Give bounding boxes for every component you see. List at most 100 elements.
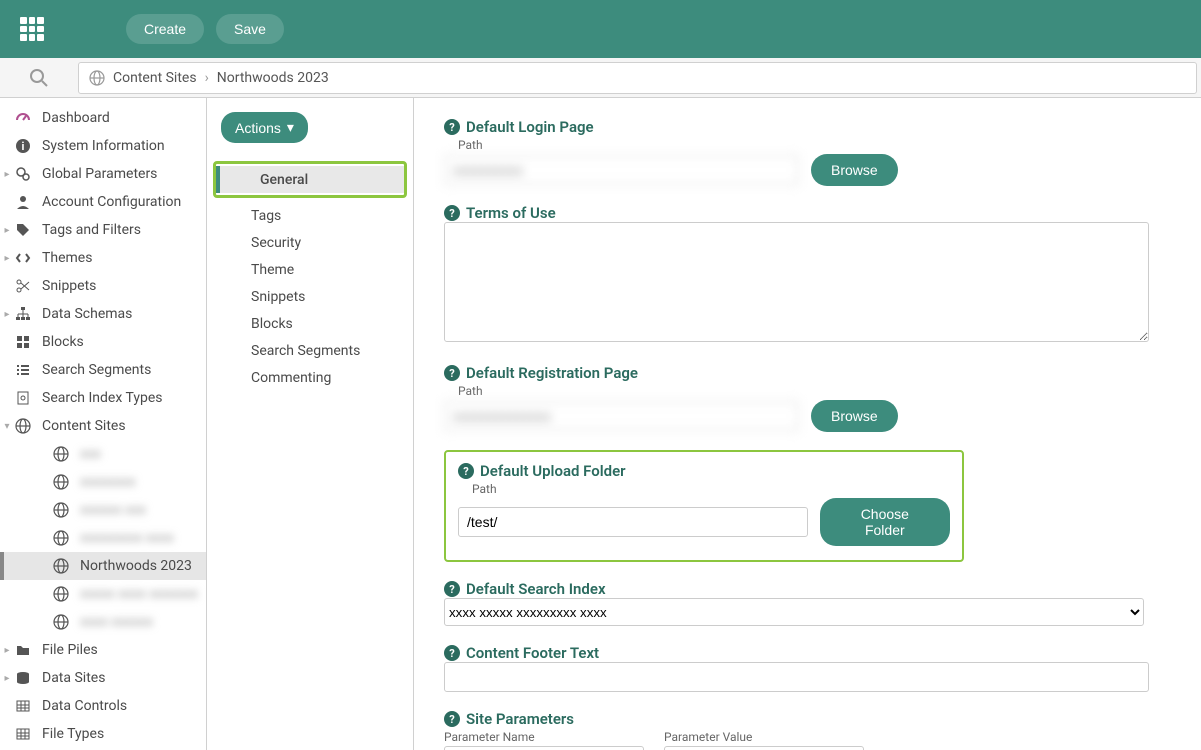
sidebar-item-label: File Types xyxy=(42,726,104,742)
content-site-item[interactable]: Northwoods 2023 xyxy=(0,552,206,580)
content-site-item[interactable]: xxxxxxxx xyxy=(0,468,206,496)
help-icon[interactable]: ? xyxy=(444,581,460,597)
sidebar-item-dashboard[interactable]: Dashboard xyxy=(0,104,206,132)
caret-down-icon: ▾ xyxy=(2,421,12,432)
table-icon xyxy=(14,726,32,742)
terms-textarea[interactable] xyxy=(444,222,1149,342)
sidebar-item-label: Blocks xyxy=(42,334,84,350)
help-icon[interactable]: ? xyxy=(444,205,460,221)
sidebar-item-global-parameters[interactable]: ▸Global Parameters xyxy=(0,160,206,188)
upload-path-input[interactable] xyxy=(458,507,808,537)
tab-snippets[interactable]: Snippets xyxy=(207,283,413,310)
content-site-item[interactable]: xxxxx xxxx xxxxxxx xyxy=(0,580,206,608)
tab-tags[interactable]: Tags xyxy=(207,202,413,229)
path-label: Path xyxy=(472,482,950,496)
sidebar-item-file-types[interactable]: File Types xyxy=(0,720,206,748)
sidebar-item-account-configuration[interactable]: Account Configuration xyxy=(0,188,206,216)
field-title: Default Upload Folder xyxy=(480,462,626,480)
tab-commenting[interactable]: Commenting xyxy=(207,364,413,391)
code-icon xyxy=(14,250,32,266)
content-site-label: Northwoods 2023 xyxy=(80,558,192,574)
content-site-label: xxxxxxxxx xxxx xyxy=(80,530,174,546)
sidebar-item-data-controls[interactable]: Data Controls xyxy=(0,692,206,720)
sidebar-item-data-sites[interactable]: ▸Data Sites xyxy=(0,664,206,692)
caret-right-icon: ▸ xyxy=(2,225,12,236)
globe-icon xyxy=(89,70,105,86)
tab-blocks[interactable]: Blocks xyxy=(207,310,413,337)
sidebar-item-label: Data Controls xyxy=(42,698,127,714)
sitemap-icon xyxy=(14,306,32,322)
globe-icon xyxy=(52,586,70,602)
sub-navigation: Actions ▾ General TagsSecurityThemeSnippe… xyxy=(207,98,414,750)
sidebar-item-label: Dashboard xyxy=(42,110,110,126)
sidebar-item-data-schemas[interactable]: ▸Data Schemas xyxy=(0,300,206,328)
sidebar-item-label: Data Sites xyxy=(42,670,105,686)
path-label: Path xyxy=(458,138,1171,152)
param-value-input[interactable] xyxy=(664,746,864,750)
content-site-label: xxx xyxy=(80,446,101,462)
help-icon[interactable]: ? xyxy=(444,119,460,135)
caret-right-icon: ▸ xyxy=(2,645,12,656)
field-title: Site Parameters xyxy=(466,710,574,728)
sidebar-item-snippets[interactable]: Snippets xyxy=(0,272,206,300)
content-site-item[interactable]: xxxxxx xxx xyxy=(0,496,206,524)
sidebar-item-system-information[interactable]: iSystem Information xyxy=(0,132,206,160)
help-icon[interactable]: ? xyxy=(444,711,460,727)
field-title: Content Footer Text xyxy=(466,644,599,662)
upload-folder-highlight: ? Default Upload Folder Path Choose Fold… xyxy=(444,450,964,562)
sidebar-item-themes[interactable]: ▸ Themes xyxy=(0,244,206,272)
browse-button[interactable]: Browse xyxy=(811,154,898,186)
actions-button[interactable]: Actions ▾ xyxy=(221,112,308,143)
content-site-item[interactable]: xxxx xxxxxx xyxy=(0,608,206,636)
browse-button[interactable]: Browse xyxy=(811,400,898,432)
content-site-label: xxxxx xxxx xxxxxxx xyxy=(80,586,198,602)
sidebar-item-content-sites[interactable]: ▾ Content Sites xyxy=(0,412,206,440)
choose-folder-button[interactable]: Choose Folder xyxy=(820,498,950,546)
param-name-input[interactable] xyxy=(444,746,644,750)
user-icon xyxy=(14,194,32,210)
sidebar-item-label: Snippets xyxy=(42,278,96,294)
field-title: Default Login Page xyxy=(466,118,594,136)
help-icon[interactable]: ? xyxy=(444,645,460,661)
login-path-input[interactable] xyxy=(444,155,799,185)
tab-search-segments[interactable]: Search Segments xyxy=(207,337,413,364)
content-site-item[interactable]: xxxxxxxxx xxxx xyxy=(0,524,206,552)
sidebar-item-label: Tags and Filters xyxy=(42,222,141,238)
sidebar-item-label: Search Index Types xyxy=(42,390,162,406)
db-icon xyxy=(14,670,32,686)
tab-general[interactable]: General xyxy=(216,166,404,193)
help-icon[interactable]: ? xyxy=(458,463,474,479)
registration-path-input[interactable] xyxy=(444,401,799,431)
field-title: Default Search Index xyxy=(466,580,606,598)
tab-theme[interactable]: Theme xyxy=(207,256,413,283)
create-button[interactable]: Create xyxy=(126,14,204,44)
table-icon xyxy=(14,698,32,714)
sidebar-item-search-index-types[interactable]: Search Index Types xyxy=(0,384,206,412)
sidebar-item-label: Content Sites xyxy=(42,418,126,434)
help-icon[interactable]: ? xyxy=(444,365,460,381)
content-site-label: xxxxxx xxx xyxy=(80,502,146,518)
breadcrumb-root[interactable]: Content Sites xyxy=(113,70,197,86)
sidebar-item-label: Search Segments xyxy=(42,362,151,378)
content-site-label: xxxxxxxx xyxy=(80,474,136,490)
apps-menu-icon[interactable] xyxy=(20,17,44,41)
search-index-select[interactable]: xxxx xxxxx xxxxxxxxx xxxx xyxy=(444,598,1144,626)
caret-right-icon: ▸ xyxy=(2,253,12,264)
globe-icon xyxy=(14,418,32,434)
sidebar-item-blocks[interactable]: Blocks xyxy=(0,328,206,356)
main-sidebar: Dashboard iSystem Information▸Global Para… xyxy=(0,98,207,750)
search-icon[interactable] xyxy=(29,68,49,88)
tab-security[interactable]: Security xyxy=(207,229,413,256)
sidebar-item-search-segments[interactable]: Search Segments xyxy=(0,356,206,384)
param-value-label: Parameter Value xyxy=(664,730,864,744)
content-site-item[interactable]: xxx xyxy=(0,440,206,468)
sidebar-item-label: Themes xyxy=(42,250,92,266)
dashboard-icon xyxy=(14,110,32,126)
save-button[interactable]: Save xyxy=(216,14,284,44)
tab-highlight: General xyxy=(213,161,407,198)
breadcrumb[interactable]: Content Sites › Northwoods 2023 xyxy=(78,62,1197,94)
sidebar-item-tags-and-filters[interactable]: ▸ Tags and Filters xyxy=(0,216,206,244)
sidebar-item-file-piles[interactable]: ▸File Piles xyxy=(0,636,206,664)
gears-icon xyxy=(14,166,32,182)
footer-text-input[interactable] xyxy=(444,662,1149,692)
